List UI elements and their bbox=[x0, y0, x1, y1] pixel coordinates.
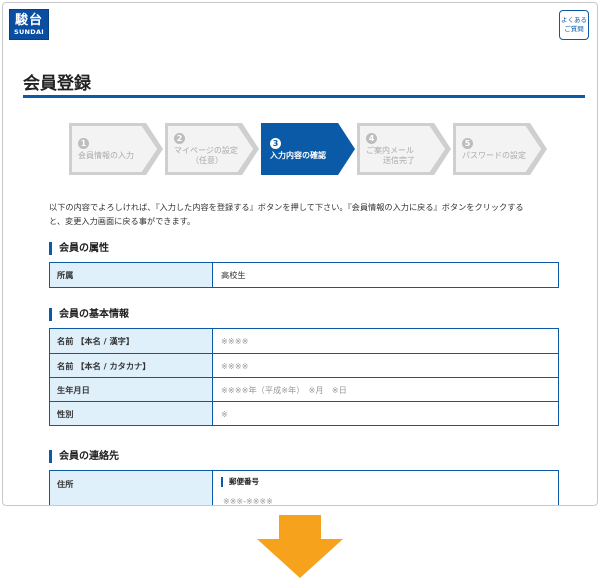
step-3-current: 3 入力内容の確認 bbox=[261, 123, 355, 175]
intro-line-2: と、変更入力画面に戻る事ができます。 bbox=[49, 216, 196, 226]
row-label: 性別 bbox=[50, 402, 213, 425]
contact-table: 住所 郵便番号 ※※※-※※※※ bbox=[49, 470, 559, 506]
step-5: 5 パスワードの設定 bbox=[453, 123, 547, 175]
step-label-sub: （任意） bbox=[191, 155, 223, 165]
attribute-table: 所属 高校生 bbox=[49, 262, 559, 288]
step-1: 1 会員情報の入力 bbox=[69, 123, 163, 175]
title-divider bbox=[23, 95, 585, 98]
step-label: ご案内メール bbox=[366, 145, 414, 155]
faq-label-line1: よくある bbox=[561, 16, 587, 24]
intro-text: 以下の内容でよろしければ、『入力した内容を登録する』ボタンを押して下さい。『会員… bbox=[49, 200, 559, 228]
step-number: 5 bbox=[462, 137, 473, 149]
row-label: 名前 【本名 / カタカナ】 bbox=[50, 354, 213, 377]
row-value: ※※※※ bbox=[221, 360, 249, 371]
row-value: ※ bbox=[221, 408, 228, 419]
step-label-sub: 送信完了 bbox=[383, 155, 415, 165]
row-value: ※※※※年（平成※年） ※月 ※日 bbox=[221, 384, 347, 395]
step-4: 4 ご案内メール 送信完了 bbox=[357, 123, 451, 175]
postal-code-value: ※※※-※※※※ bbox=[223, 497, 273, 506]
section-heading-contact: 会員の連絡先 bbox=[49, 450, 119, 463]
browser-frame: 駿台 SUNDAI よくある ご質問 会員登録 1 会員情報の入力 2 マイペー… bbox=[2, 2, 598, 506]
step-label: 入力内容の確認 bbox=[270, 150, 326, 160]
step-label: マイページの設定 bbox=[174, 145, 238, 155]
row-value: 高校生 bbox=[221, 270, 246, 280]
postal-code-heading: 郵便番号 bbox=[221, 477, 259, 487]
sundai-logo[interactable]: 駿台 SUNDAI bbox=[9, 9, 49, 40]
logo-kanji: 駿台 bbox=[14, 13, 43, 28]
basic-info-table: 名前 【本名 / 漢字】 ※※※※ 名前 【本名 / カタカナ】 ※※※※ 生年… bbox=[49, 328, 559, 426]
step-number: 4 bbox=[366, 132, 377, 144]
registration-steps: 1 会員情報の入力 2 マイページの設定 （任意） 3 入力内容の確認 4 ご案… bbox=[69, 123, 547, 175]
row-label: 生年月日 bbox=[50, 378, 213, 401]
row-label: 所属 bbox=[50, 263, 213, 287]
down-arrow-icon bbox=[257, 515, 343, 578]
step-number: 1 bbox=[78, 137, 89, 149]
row-label: 名前 【本名 / 漢字】 bbox=[50, 329, 213, 353]
section-heading-basic: 会員の基本情報 bbox=[49, 308, 129, 321]
table-row: 生年月日 ※※※※年（平成※年） ※月 ※日 bbox=[50, 377, 558, 401]
step-number: 2 bbox=[174, 132, 185, 144]
row-label: 住所 bbox=[50, 471, 213, 505]
logo-latin: SUNDAI bbox=[13, 28, 45, 36]
row-value: ※※※※ bbox=[221, 336, 249, 346]
table-row: 性別 ※ bbox=[50, 401, 558, 425]
step-label: パスワードの設定 bbox=[462, 150, 526, 160]
faq-label-line2: ご質問 bbox=[564, 25, 584, 33]
faq-button[interactable]: よくある ご質問 bbox=[559, 10, 589, 40]
page-title: 会員登録 bbox=[23, 74, 91, 94]
address-value: 郵便番号 ※※※-※※※※ bbox=[213, 471, 558, 506]
section-heading-attribute: 会員の属性 bbox=[49, 242, 109, 255]
step-number: 3 bbox=[270, 137, 281, 149]
table-row: 名前 【本名 / カタカナ】 ※※※※ bbox=[50, 353, 558, 377]
step-label: 会員情報の入力 bbox=[78, 150, 134, 160]
table-row: 所属 高校生 bbox=[50, 263, 558, 287]
table-row: 名前 【本名 / 漢字】 ※※※※ bbox=[50, 329, 558, 353]
step-2: 2 マイページの設定 （任意） bbox=[165, 123, 259, 175]
intro-line-1: 以下の内容でよろしければ、『入力した内容を登録する』ボタンを押して下さい。『会員… bbox=[49, 202, 524, 212]
table-row: 住所 郵便番号 ※※※-※※※※ bbox=[50, 471, 558, 506]
